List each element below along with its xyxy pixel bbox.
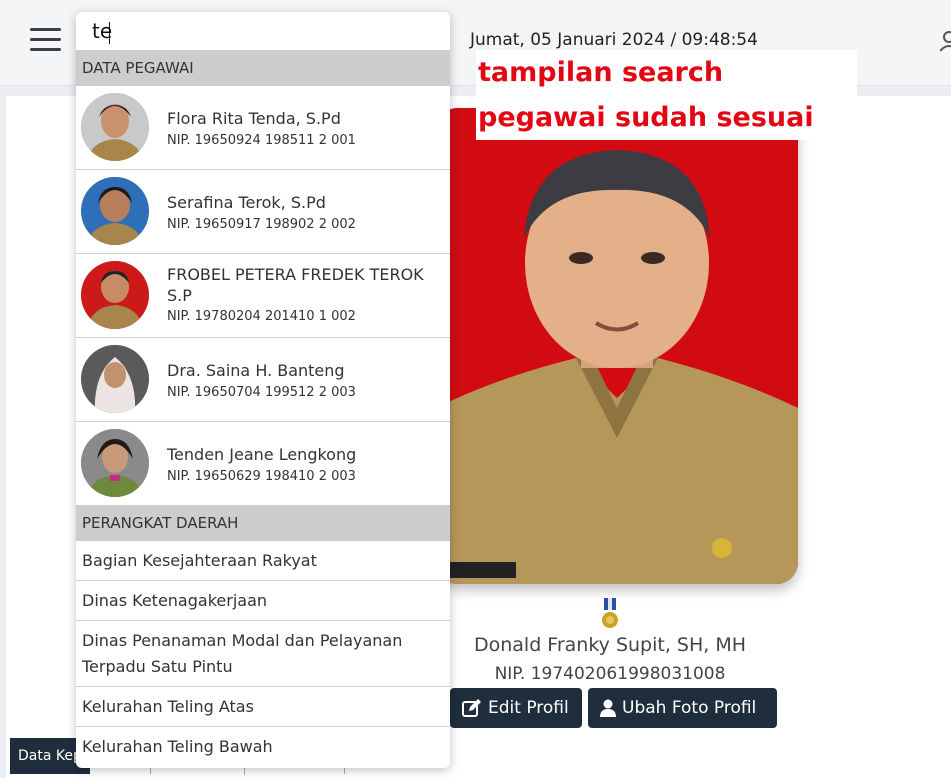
employee-avatar (81, 261, 149, 329)
employee-result[interactable]: Tenden Jeane Lengkong NIP. 19650629 1984… (76, 422, 450, 506)
employee-avatar (81, 429, 149, 497)
datetime: Jumat, 05 Januari 2024 / 09:48:54 (470, 30, 758, 50)
employee-avatar (81, 93, 149, 161)
edit-profile-label: Edit Profil (488, 698, 569, 718)
employee-nip: NIP. 19650924 198511 2 001 (167, 133, 356, 148)
employee-result[interactable]: Serafina Terok, S.Pd NIP. 19650917 19890… (76, 170, 450, 254)
annotation-note: tampilan search pegawai sudah sesuai (476, 50, 857, 140)
change-photo-label: Ubah Foto Profil (622, 698, 757, 718)
profile-nip: NIP. 197402061998031008 (494, 664, 726, 684)
edit-icon (462, 699, 481, 717)
employee-result[interactable]: Flora Rita Tenda, S.Pd NIP. 19650924 198… (76, 86, 450, 170)
department-result[interactable]: Dinas Ketenagakerjaan (76, 581, 450, 621)
employee-name: Flora Rita Tenda, S.Pd (167, 109, 341, 128)
profile-photo (436, 108, 798, 584)
search-input[interactable] (76, 12, 450, 50)
employee-nip: NIP. 19650704 199512 2 003 (167, 385, 356, 400)
employee-result[interactable]: FROBEL PETERA FREDEK TEROK S.P NIP. 1978… (76, 254, 450, 338)
edit-profile-button[interactable]: Edit Profil (450, 688, 582, 728)
annotation-line-1: tampilan search (478, 57, 724, 88)
text-caret (109, 22, 110, 44)
department-result[interactable]: Kelurahan Teling Bawah (76, 727, 450, 767)
employee-name: Serafina Terok, S.Pd (167, 193, 326, 212)
employee-nip: NIP. 19780204 201410 1 002 (167, 309, 356, 324)
section-header-employees: DATA PEGAWAI (76, 50, 450, 86)
annotation-line-2: pegawai sudah sesuai (478, 102, 814, 133)
section-header-departments: PERANGKAT DAERAH (76, 505, 450, 541)
change-photo-button[interactable]: Ubah Foto Profil (588, 688, 777, 728)
search-panel: DATA PEGAWAI Flora Rita Tenda, S.Pd NIP.… (76, 12, 450, 768)
employee-name: Tenden Jeane Lengkong (167, 445, 357, 464)
profile-name: Donald Franky Supit, SH, MH (473, 634, 747, 656)
employee-nip: NIP. 19650629 198410 2 003 (167, 469, 356, 484)
user-icon[interactable] (940, 30, 951, 52)
department-result[interactable]: Dinas Penanaman Modal dan Pelayanan Terp… (76, 621, 450, 687)
medal-icon (602, 598, 618, 628)
employee-nip: NIP. 19650917 198902 2 002 (167, 217, 356, 232)
employee-name: FROBEL PETERA FREDEK TEROK S.P (167, 265, 424, 305)
user-icon (600, 699, 616, 717)
menu-icon[interactable] (30, 28, 62, 52)
employee-result[interactable]: Dra. Saina H. Banteng NIP. 19650704 1995… (76, 338, 450, 422)
department-result[interactable]: Kelurahan Teling Atas (76, 687, 450, 727)
employee-avatar (81, 345, 149, 413)
department-result[interactable]: Bagian Kesejahteraan Rakyat (76, 541, 450, 581)
employee-name: Dra. Saina H. Banteng (167, 361, 345, 380)
employee-avatar (81, 177, 149, 245)
